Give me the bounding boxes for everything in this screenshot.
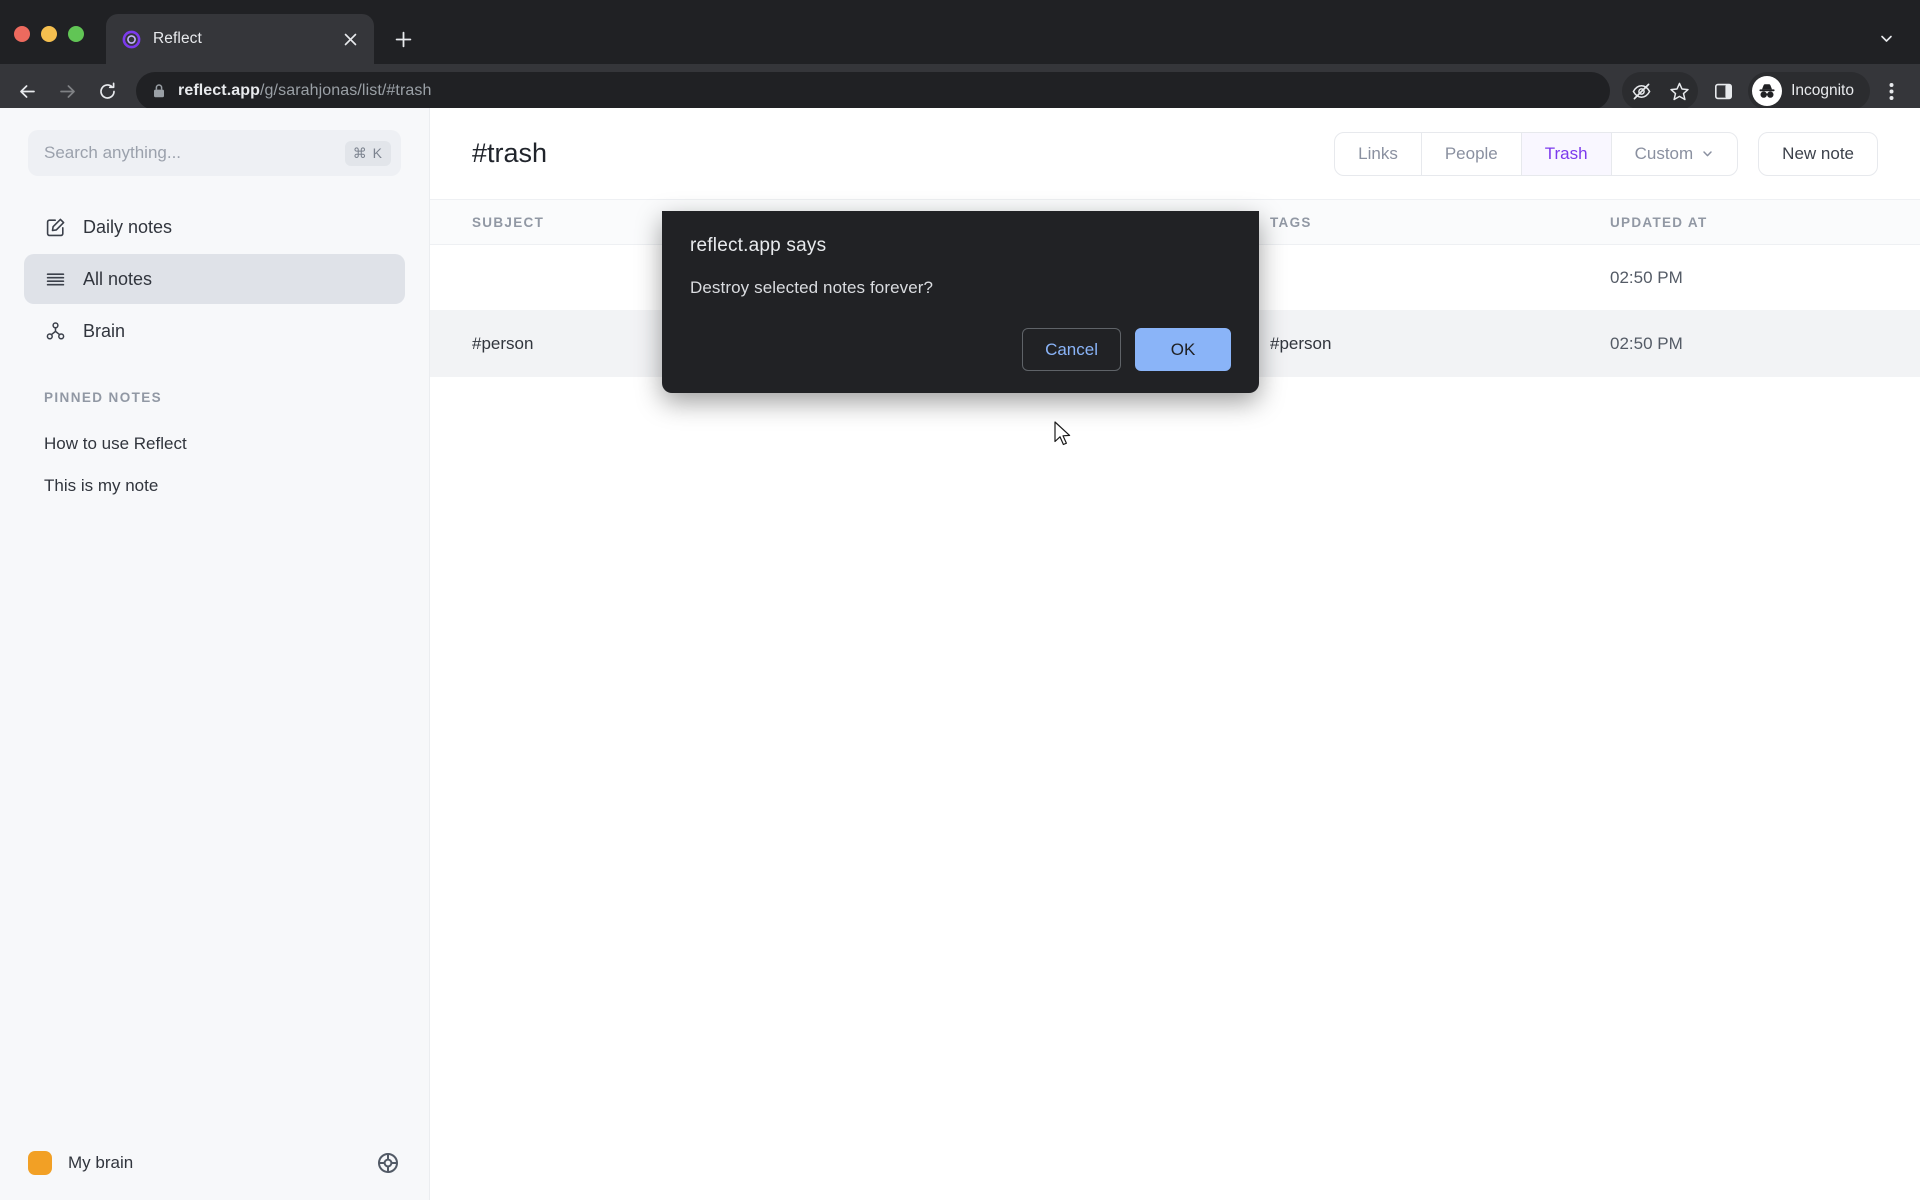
lifebuoy-icon[interactable]: [375, 1150, 401, 1176]
chevron-down-icon: [1701, 147, 1714, 160]
tab-links[interactable]: Links: [1335, 132, 1422, 175]
incognito-avatar-icon: [1752, 76, 1783, 106]
three-dot-menu-icon[interactable]: [1872, 72, 1910, 110]
reload-icon[interactable]: [88, 72, 126, 110]
browser-tab[interactable]: Reflect: [106, 14, 374, 64]
ok-button[interactable]: OK: [1135, 328, 1231, 371]
star-icon[interactable]: [1660, 72, 1698, 110]
forward-arrow-icon[interactable]: [48, 72, 86, 110]
sidebar-search-area: Search anything... ⌘ K: [0, 108, 429, 176]
sidebar-nav: Daily notes All notes Brain: [0, 176, 429, 356]
eye-off-icon[interactable]: [1622, 72, 1660, 110]
url-domain: reflect.app: [178, 82, 261, 99]
page-viewport: Search anything... ⌘ K Daily notes All n…: [0, 108, 1920, 1200]
toolbar-right-controls: Incognito: [1622, 72, 1910, 110]
side-panel-icon[interactable]: [1704, 72, 1742, 110]
page-title: #trash: [472, 138, 548, 168]
dialog-title: reflect.app says: [690, 235, 827, 256]
sidebar-item-label: All notes: [83, 268, 153, 289]
chevron-down-icon[interactable]: [1870, 22, 1902, 54]
tab-people[interactable]: People: [1422, 132, 1522, 175]
window-traffic-lights: [14, 26, 84, 64]
cancel-button[interactable]: Cancel: [1022, 328, 1121, 371]
maximize-window-button[interactable]: [68, 26, 84, 42]
column-header-tags[interactable]: TAGS: [1230, 215, 1560, 230]
new-tab-button[interactable]: [386, 22, 420, 56]
url-path: /g/sarahjonas/list/#trash: [260, 82, 432, 99]
back-arrow-icon[interactable]: [8, 72, 46, 110]
tab-custom[interactable]: Custom: [1612, 133, 1738, 175]
cell-updated-at: 02:50 PM: [1610, 267, 1683, 287]
list-lines-icon: [44, 268, 66, 290]
pinned-notes-section-label: PINNED NOTES: [44, 390, 163, 405]
dialog-actions: Cancel OK: [690, 328, 1231, 371]
tab-label: Links: [1358, 143, 1398, 163]
new-note-button[interactable]: New note: [1758, 131, 1878, 176]
close-icon[interactable]: [338, 27, 362, 51]
pinned-note-label: This is my note: [44, 476, 159, 495]
pinned-notes-list: How to use Reflect This is my note: [0, 405, 429, 507]
cell-updated-at: 02:50 PM: [1610, 333, 1683, 353]
profile-label: Incognito: [1791, 82, 1854, 99]
my-brain-button[interactable]: My brain: [68, 1153, 359, 1173]
graph-nodes-icon: [44, 320, 66, 342]
reflect-logo-icon: [122, 30, 141, 49]
sidebar-item-label: Brain: [83, 320, 126, 341]
dialog-message: Destroy selected notes forever?: [690, 278, 934, 297]
sidebar: Search anything... ⌘ K Daily notes All n…: [0, 108, 430, 1200]
address-bar-url: reflect.app/g/sarahjonas/list/#trash: [178, 82, 432, 100]
browser-window: Reflect reflect.app/g/sarahjonas/list/#t…: [0, 0, 1920, 1200]
sidebar-item-all-notes[interactable]: All notes: [24, 254, 405, 304]
pencil-square-icon: [44, 216, 66, 238]
sidebar-item-brain[interactable]: Brain: [24, 306, 405, 356]
tab-trash[interactable]: Trash: [1521, 132, 1612, 175]
tab-strip-right-controls: [1870, 22, 1902, 54]
pinned-note-item[interactable]: This is my note: [24, 465, 405, 507]
sidebar-item-label: Daily notes: [83, 216, 173, 237]
javascript-alert-dialog: reflect.app says Destroy selected notes …: [662, 211, 1259, 393]
tab-label: Custom: [1634, 143, 1694, 163]
search-input[interactable]: Search anything... ⌘ K: [28, 130, 401, 176]
pinned-note-label: How to use Reflect: [44, 434, 187, 453]
address-bar[interactable]: reflect.app/g/sarahjonas/list/#trash: [136, 72, 1611, 110]
cell-tags: #person: [1270, 333, 1332, 353]
tab-label: People: [1444, 143, 1498, 163]
tab-title: Reflect: [153, 30, 202, 47]
new-note-label: New note: [1782, 143, 1854, 163]
tab-strip: Reflect: [0, 0, 1920, 64]
pinned-note-item[interactable]: How to use Reflect: [24, 423, 405, 465]
close-window-button[interactable]: [14, 26, 30, 42]
search-shortcut-badge: ⌘ K: [344, 140, 391, 166]
sidebar-footer: My brain: [0, 1126, 429, 1200]
minimize-window-button[interactable]: [41, 26, 57, 42]
toolbar-icon-pill: [1622, 72, 1699, 110]
lock-icon: [152, 83, 166, 99]
search-placeholder: Search anything...: [44, 143, 182, 162]
sidebar-item-daily-notes[interactable]: Daily notes: [24, 202, 405, 252]
profile-button[interactable]: Incognito: [1748, 72, 1870, 110]
main-header: #trash Links People Trash Custom New not…: [430, 108, 1920, 199]
tab-label: Trash: [1544, 143, 1588, 163]
brain-color-swatch: [28, 1151, 52, 1175]
column-header-updated-at[interactable]: UPDATED AT: [1560, 215, 1920, 230]
view-tabs: Links People Trash Custom: [1334, 131, 1739, 176]
